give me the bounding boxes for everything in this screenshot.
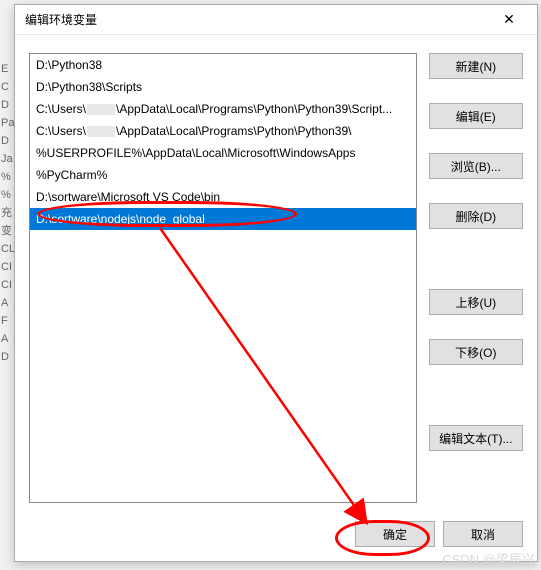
list-item[interactable]: C:\Users\\AppData\Local\Programs\Python\… [30, 120, 416, 142]
close-button[interactable]: ✕ [489, 6, 529, 34]
list-item[interactable]: %USERPROFILE%\AppData\Local\Microsoft\Wi… [30, 142, 416, 164]
button-column: 新建(N) 编辑(E) 浏览(B)... 删除(D) 上移(U) 下移(O) 编… [429, 53, 523, 503]
new-button[interactable]: 新建(N) [429, 53, 523, 79]
dialog-bottom-buttons: 确定 取消 [355, 521, 523, 547]
redacted-username [87, 104, 115, 115]
list-item[interactable]: D:\sortware\Microsoft VS Code\bin [30, 186, 416, 208]
list-item[interactable]: D:\Python38 [30, 54, 416, 76]
dialog-title: 编辑环境变量 [25, 11, 97, 28]
redacted-username [87, 126, 115, 137]
moveup-button[interactable]: 上移(U) [429, 289, 523, 315]
path-listbox[interactable]: D:\Python38D:\Python38\ScriptsC:\Users\\… [29, 53, 417, 503]
dialog-body: D:\Python38D:\Python38\ScriptsC:\Users\\… [15, 35, 537, 561]
delete-button[interactable]: 删除(D) [429, 203, 523, 229]
ok-button[interactable]: 确定 [355, 521, 435, 547]
list-item[interactable]: %PyCharm% [30, 164, 416, 186]
list-item[interactable]: D:\sortware\nodejs\node_global [30, 208, 416, 230]
close-icon: ✕ [503, 11, 515, 28]
movedown-button[interactable]: 下移(O) [429, 339, 523, 365]
edit-button[interactable]: 编辑(E) [429, 103, 523, 129]
background-edge-text: ECDPaDJa%%充变CLCICIAFAD [0, 0, 12, 570]
edittext-button[interactable]: 编辑文本(T)... [429, 425, 523, 451]
edit-env-var-dialog: 编辑环境变量 ✕ D:\Python38D:\Python38\ScriptsC… [14, 4, 538, 562]
list-item[interactable]: C:\Users\\AppData\Local\Programs\Python\… [30, 98, 416, 120]
cancel-button[interactable]: 取消 [443, 521, 523, 547]
titlebar: 编辑环境变量 ✕ [15, 5, 537, 35]
browse-button[interactable]: 浏览(B)... [429, 153, 523, 179]
list-item[interactable]: D:\Python38\Scripts [30, 76, 416, 98]
